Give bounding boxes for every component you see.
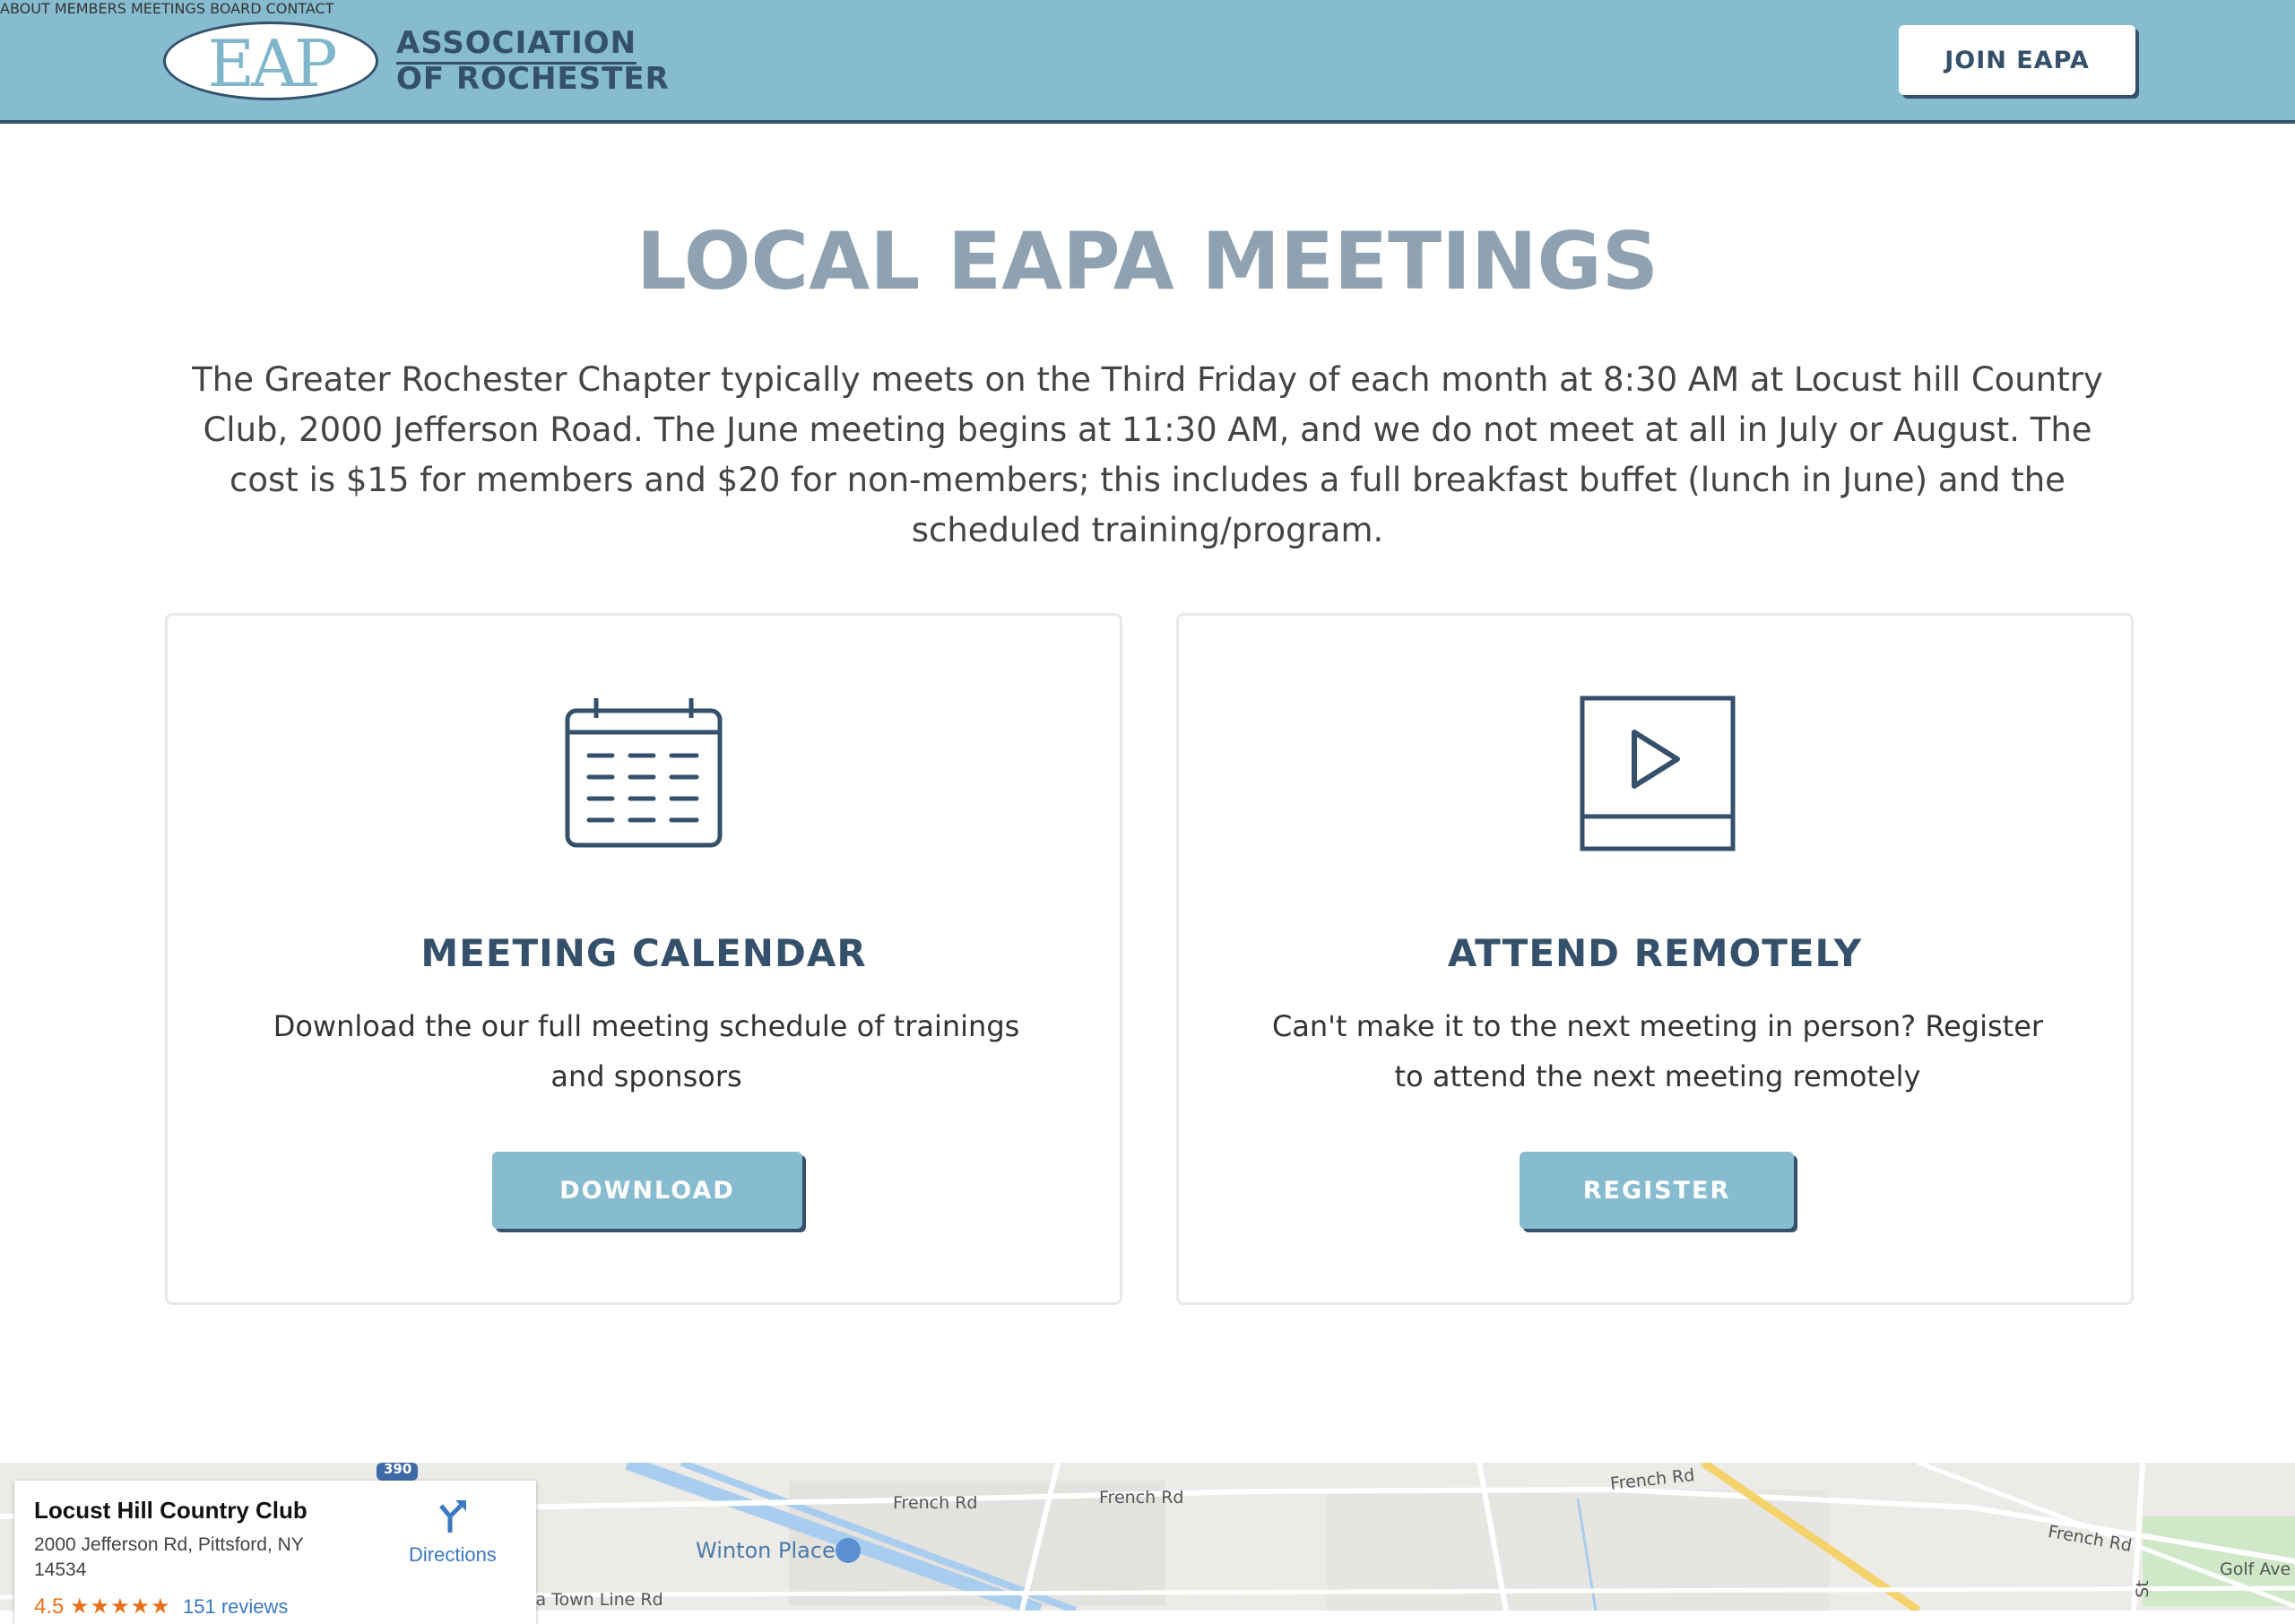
intro-paragraph: The Greater Rochester Chapter typically … — [192, 360, 2103, 549]
attend-remotely-card: ATTEND REMOTELY Can't make it to the nex… — [1176, 613, 2134, 1305]
video-play-icon — [1568, 693, 1747, 863]
logo-text-line1: ASSOCIATION — [396, 25, 637, 65]
nav-members[interactable]: MEMBERS — [55, 0, 126, 17]
logo-oval: EAP — [163, 22, 378, 100]
road-label: St — [2132, 1580, 2152, 1598]
card-description: Download the our full meeting schedule o… — [273, 1009, 1020, 1093]
page-title: LOCAL EAPA MEETINGS — [636, 215, 1659, 307]
card-title: ATTEND REMOTELY — [1447, 931, 1863, 975]
directions-icon[interactable] — [434, 1499, 470, 1534]
map-place-card: Locust Hill Country Club 2000 Jefferson … — [14, 1481, 536, 1624]
place-rating: 4.5 ★★★★★ — [34, 1594, 171, 1620]
directions-link[interactable]: Directions — [409, 1543, 497, 1567]
logo-mark: EAP — [207, 26, 338, 100]
reviews-link[interactable]: 151 reviews — [183, 1595, 288, 1619]
road-label: ta Town Line Rd — [529, 1590, 663, 1610]
road-label: Golf Ave — [2220, 1559, 2291, 1579]
card-description: Can't make it to the next meeting in per… — [1271, 1009, 2044, 1093]
calendar-icon — [557, 693, 736, 863]
card-title: MEETING CALENDAR — [420, 931, 867, 975]
road-label: French Rd — [893, 1493, 978, 1513]
main-nav: ABOUT MEMBERS MEETINGS BOARD CONTACT — [0, 0, 2295, 17]
join-eapa-button[interactable]: JOIN EAPA — [1899, 25, 2135, 95]
place-name: Locust Hill Country Club — [34, 1497, 307, 1524]
site-header: EAP ASSOCIATION OF ROCHESTER ABOUT MEMBE… — [0, 0, 2295, 124]
rating-value: 4.5 — [34, 1594, 65, 1619]
download-button[interactable]: DOWNLOAD — [492, 1152, 802, 1229]
register-button[interactable]: REGISTER — [1520, 1152, 1794, 1229]
shopping-pin-icon[interactable] — [836, 1538, 861, 1563]
meeting-calendar-card: MEETING CALENDAR Download the our full m… — [165, 613, 1122, 1305]
place-label-winton: Winton Place — [696, 1538, 836, 1563]
nav-board[interactable]: BOARD — [210, 0, 261, 17]
road-label: French Rd — [1099, 1488, 1184, 1507]
place-address: 2000 Jefferson Rd, Pittsford, NY 14534 — [34, 1534, 304, 1580]
logo-text-line2: OF ROCHESTER — [396, 61, 670, 97]
rating-stars-icon: ★★★★★ — [70, 1594, 171, 1619]
nav-meetings[interactable]: MEETINGS — [131, 0, 205, 17]
route-shield-label: 390 — [384, 1463, 412, 1477]
site-logo[interactable]: EAP ASSOCIATION OF ROCHESTER — [163, 22, 669, 102]
nav-contact[interactable]: CONTACT — [266, 0, 334, 17]
nav-about[interactable]: ABOUT — [0, 0, 50, 17]
